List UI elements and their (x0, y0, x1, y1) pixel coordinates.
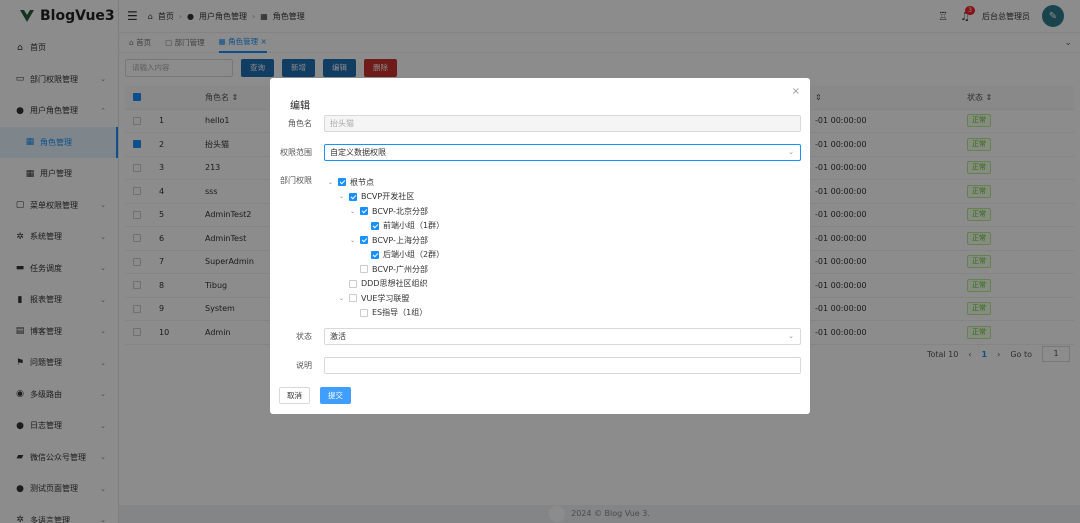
tree-node[interactable]: 后端小组（2群） (328, 248, 444, 263)
tree-checkbox[interactable] (349, 294, 357, 303)
tree-node[interactable]: ⌄ BCVP开发社区 (328, 190, 444, 205)
tree-expand-icon[interactable]: ⌄ (328, 179, 338, 186)
status-select-value: 激活 (330, 332, 346, 341)
form-row-scope: 权限范围 自定义数据权限 ⌄ (270, 144, 810, 161)
role-name-input[interactable]: 抬头猫 (324, 115, 801, 132)
form-row-desc: 说明 (270, 357, 810, 374)
tree-node-label: BCVP-上海分部 (372, 235, 428, 245)
submit-button[interactable]: 提交 (320, 387, 351, 404)
tree-node[interactable]: 前端小组（1群） (328, 219, 444, 234)
tree-node-label: BCVP开发社区 (361, 192, 415, 202)
tree-node[interactable]: DDD思想社区组织 (328, 277, 444, 292)
tree-checkbox[interactable] (349, 192, 357, 201)
scope-select-value: 自定义数据权限 (330, 148, 386, 157)
tree-node-label: BCVP-广州分部 (372, 264, 428, 274)
tree-node[interactable]: ⌄ BCVP-上海分部 (328, 233, 444, 248)
desc-label: 说明 (296, 361, 312, 370)
edit-role-dialog: 编辑 × 角色名 抬头猫 权限范围 自定义数据权限 ⌄ 部门权限 ⌄ 根节点 ⌄ BCV… (270, 78, 810, 414)
form-row-role: 角色名 抬头猫 (270, 115, 810, 132)
tree-checkbox[interactable] (360, 265, 368, 274)
chevron-down-icon: ⌄ (788, 148, 794, 156)
tree-checkbox[interactable] (360, 308, 368, 317)
tree-node-label: 后端小组（2群） (383, 250, 445, 260)
tree-node-label: VUE学习联盟 (361, 293, 410, 303)
role-name-label: 角色名 (288, 119, 312, 128)
tree-expand-icon[interactable]: ⌄ (339, 193, 349, 200)
tree-checkbox[interactable] (349, 279, 357, 288)
tree-expand-icon[interactable]: ⌄ (350, 237, 360, 244)
tree-node-label: BCVP-北京分部 (372, 206, 428, 216)
tree-checkbox[interactable] (371, 250, 379, 259)
tree-node[interactable]: ES指导（1组） (328, 306, 444, 321)
scope-label: 权限范围 (280, 148, 312, 157)
tree-checkbox[interactable] (360, 236, 368, 245)
tree-node-label: ES指导（1组） (372, 308, 428, 318)
dept-label: 部门权限 (280, 176, 312, 185)
tree-expand-icon[interactable]: ⌄ (339, 295, 349, 302)
tree-node-label: 根节点 (350, 177, 374, 187)
status-select[interactable]: 激活 ⌄ (324, 328, 801, 345)
close-icon[interactable]: × (792, 86, 800, 97)
scope-select[interactable]: 自定义数据权限 ⌄ (324, 144, 801, 161)
tree-node[interactable]: ⌄ VUE学习联盟 (328, 291, 444, 306)
tree-checkbox[interactable] (360, 207, 368, 216)
tree-node-label: 前端小组（1群） (383, 221, 445, 231)
tree-node[interactable]: ⌄ BCVP-北京分部 (328, 204, 444, 219)
tree-checkbox[interactable] (338, 178, 346, 187)
tree-expand-icon[interactable]: ⌄ (350, 208, 360, 215)
dialog-title: 编辑 (290, 101, 310, 112)
form-row-status: 状态 激活 ⌄ (270, 328, 810, 345)
tree-checkbox[interactable] (371, 221, 379, 230)
tree-node-label: DDD思想社区组织 (361, 279, 428, 289)
cancel-button[interactable]: 取消 (279, 387, 310, 404)
chevron-down-icon: ⌄ (788, 332, 794, 340)
status-label: 状态 (296, 332, 312, 341)
tree-node[interactable]: BCVP-广州分部 (328, 262, 444, 277)
tree-node[interactable]: ⌄ 根节点 (328, 175, 444, 190)
desc-input[interactable] (324, 357, 801, 374)
dept-tree: ⌄ 根节点 ⌄ BCVP开发社区 ⌄ BCVP-北京分部 前端小组（1群） ⌄ BCVP-上海分… (328, 175, 444, 320)
